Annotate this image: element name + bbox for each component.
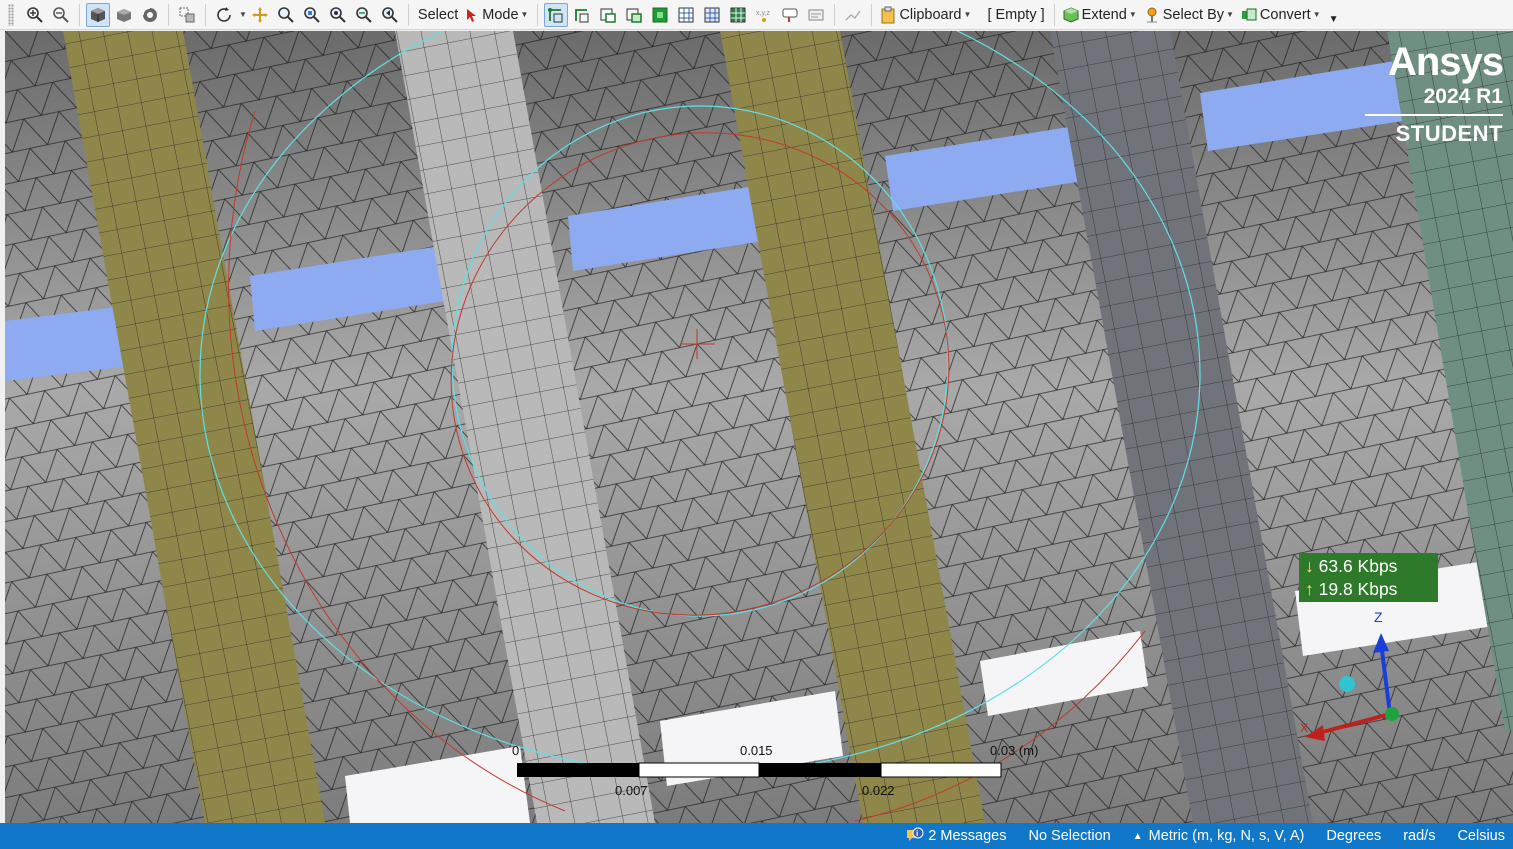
brand-divider xyxy=(1365,114,1503,116)
selection-status: No Selection xyxy=(1028,828,1111,844)
toolbar-separator xyxy=(79,3,80,26)
box-zoom-icon[interactable] xyxy=(175,3,199,27)
temperature-unit[interactable]: Celsius xyxy=(1457,828,1505,844)
rotational-velocity-unit[interactable]: rad/s xyxy=(1403,828,1435,844)
mode-label: Mode xyxy=(482,6,519,23)
convert-dropdown[interactable]: Convert ▼ xyxy=(1260,3,1325,27)
toolbar-separator xyxy=(537,3,539,26)
chevron-up-icon: ▲ xyxy=(1132,830,1143,842)
chevron-down-icon: ▼ xyxy=(520,10,529,19)
mesh-model xyxy=(5,31,1513,823)
select-element-icon[interactable] xyxy=(700,3,724,27)
zoom-in-icon[interactable] xyxy=(23,3,47,27)
select-vertex-icon[interactable] xyxy=(544,2,569,27)
convert-label: Convert xyxy=(1259,6,1311,23)
brand-edition: STUDENT xyxy=(1395,121,1503,146)
extend-label: Extend xyxy=(1081,6,1127,23)
label-icon[interactable] xyxy=(778,3,802,27)
ansys-logo: Ansys 2024 R1 STUDENT xyxy=(1365,40,1504,146)
zoom-box-icon[interactable] xyxy=(300,3,324,27)
chevron-down-icon[interactable]: ▼ xyxy=(239,10,247,19)
graphics-viewport[interactable]: 0 0.015 0.03 (m) 0.007 0.022 Z X xyxy=(5,31,1513,823)
scale-label-0: 0 xyxy=(512,743,520,758)
arrow-up-icon: ↑ xyxy=(1305,579,1314,599)
chart-icon xyxy=(841,3,865,27)
select-mode-cursor-icon[interactable] xyxy=(463,3,481,27)
toolbar-grip[interactable] xyxy=(8,3,14,26)
brand-version: 2024 R1 xyxy=(1423,85,1503,108)
display-style-icon[interactable] xyxy=(138,3,162,27)
toolbar-overflow-icon[interactable]: ▼ xyxy=(1325,8,1343,30)
select-body-icon[interactable] xyxy=(622,3,646,27)
chevron-down-icon: ▼ xyxy=(1312,10,1321,19)
pan-icon[interactable] xyxy=(248,3,272,27)
previous-view-icon[interactable] xyxy=(378,3,402,27)
upload-speed: ↑ 19.8 Kbps xyxy=(1305,578,1432,601)
clipboard-status: [ Empty ] xyxy=(987,6,1045,23)
arrow-down-icon: ↓ xyxy=(1305,556,1314,576)
svg-text:x,y,z: x,y,z xyxy=(756,10,770,17)
network-speed-widget: ↓ 63.6 Kbps ↑ 19.8 Kbps xyxy=(1299,553,1438,602)
zoom-icon[interactable] xyxy=(274,3,298,27)
clipboard-label: Clipboard xyxy=(899,6,962,23)
select-edge-icon[interactable] xyxy=(570,3,594,27)
select-node-icon[interactable] xyxy=(648,3,672,27)
messages-label: 2 Messages xyxy=(928,828,1007,844)
zoom-to-fit-icon[interactable] xyxy=(326,3,350,27)
upload-speed-value: 19.8 Kbps xyxy=(1318,579,1398,599)
shaded-icon[interactable] xyxy=(112,3,136,27)
scale-label-015: 0.015 xyxy=(740,743,773,758)
select-by-label: Select By xyxy=(1162,6,1224,23)
toolbar-separator xyxy=(1053,3,1055,26)
zoom-out-icon[interactable] xyxy=(49,3,73,27)
scale-label-03: 0.03 (m) xyxy=(990,743,1039,758)
rotate-icon[interactable] xyxy=(212,3,236,27)
select-face-icon[interactable] xyxy=(596,3,620,27)
messages-status[interactable]: i 2 Messages xyxy=(905,827,1006,845)
scale-label-007: 0.007 xyxy=(615,783,648,798)
chevron-down-icon: ▼ xyxy=(1225,10,1234,19)
clipboard-dropdown[interactable]: Clipboard ▼ xyxy=(899,3,975,27)
select-by-pin-icon[interactable] xyxy=(1142,3,1162,27)
toolbar-separator xyxy=(407,3,409,26)
shaded-with-edges-icon[interactable] xyxy=(86,2,110,27)
chevron-down-icon: ▼ xyxy=(1128,10,1137,19)
convert-icon[interactable] xyxy=(1239,3,1259,27)
toolbar-separator xyxy=(834,3,836,26)
triad-x-label: X xyxy=(1300,721,1309,735)
svg-text:i: i xyxy=(916,829,918,838)
mode-dropdown[interactable]: Mode ▼ xyxy=(482,3,532,27)
angle-unit[interactable]: Degrees xyxy=(1326,828,1381,844)
coordinates-icon[interactable]: x,y,z xyxy=(752,3,776,27)
download-speed-value: 63.6 Kbps xyxy=(1318,556,1398,576)
annotation-icon[interactable] xyxy=(804,3,828,27)
download-speed: ↓ 63.6 Kbps xyxy=(1305,555,1432,578)
select-by-dropdown[interactable]: Select By ▼ xyxy=(1163,3,1238,27)
extend-icon[interactable] xyxy=(1061,3,1081,27)
brand-name: Ansys xyxy=(1387,40,1504,84)
graphics-toolbar: ▼ Select Mode ▼ x,y,z Clipboard ▼ [Empt… xyxy=(0,0,1513,30)
unit-system-label: Metric (m, kg, N, s, V, A) xyxy=(1148,828,1305,844)
toolbar-separator xyxy=(871,3,873,26)
clipboard-icon[interactable] xyxy=(878,3,898,27)
select-mesh-icon[interactable] xyxy=(726,3,750,27)
toolbar-separator xyxy=(205,3,206,26)
scale-label-022: 0.022 xyxy=(862,783,895,798)
extend-dropdown[interactable]: Extend ▼ xyxy=(1082,3,1141,27)
unit-system[interactable]: ▲ Metric (m, kg, N, s, V, A) xyxy=(1133,828,1305,844)
messages-icon: i xyxy=(907,827,924,841)
toolbar-separator xyxy=(168,3,169,26)
select-button[interactable]: Select xyxy=(414,3,462,27)
select-element-face-icon[interactable] xyxy=(674,3,698,27)
chevron-down-icon: ▼ xyxy=(963,10,972,19)
triad-z-label: Z xyxy=(1374,609,1383,625)
status-bar: i 2 Messages No Selection ▲ Metric (m, k… xyxy=(0,823,1513,849)
magnifier-icon[interactable] xyxy=(352,3,376,27)
